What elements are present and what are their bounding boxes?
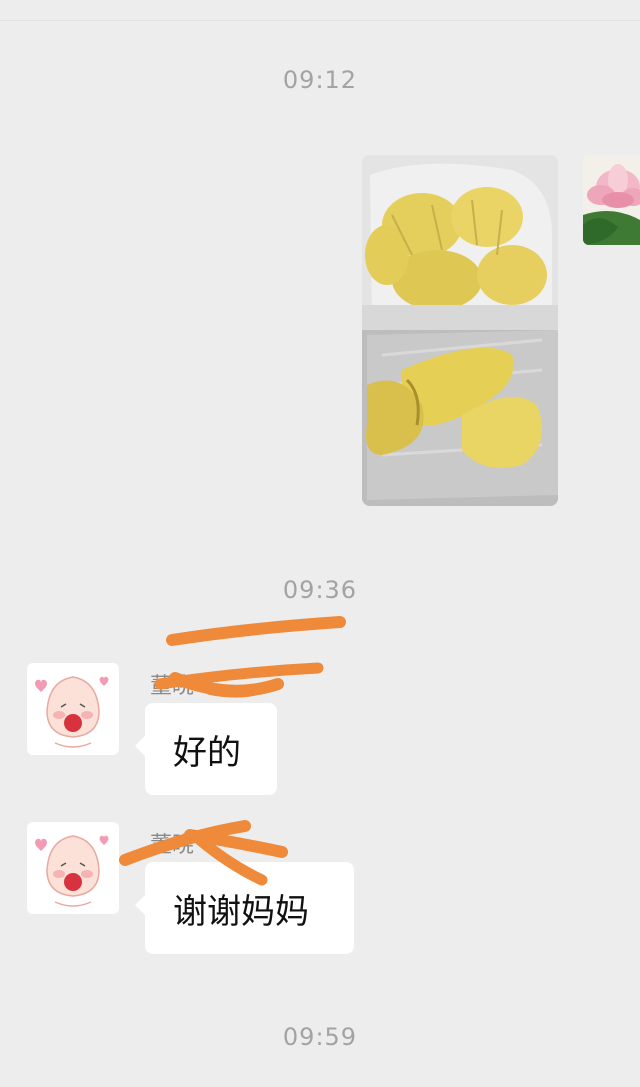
sender-avatar[interactable] — [27, 822, 119, 914]
lotus-avatar-icon — [583, 155, 640, 245]
timestamp-2: 09:36 — [282, 576, 358, 604]
durian-photo — [362, 155, 558, 506]
peach-character-icon — [35, 676, 109, 748]
peach-character-icon — [35, 835, 109, 907]
sent-photo-message[interactable] — [362, 155, 558, 506]
timestamp-1: 09:12 — [282, 66, 358, 94]
sender-avatar[interactable] — [27, 663, 119, 755]
message-bubble[interactable]: 谢谢妈妈 — [135, 862, 354, 954]
timestamp-3: 09:59 — [282, 1023, 358, 1051]
sender-name: 董晓 — [150, 674, 195, 699]
message-text: 好的 — [173, 732, 241, 773]
chat-window: 09:12 09:36 董晓 好的 董晓 谢谢妈妈 09:59 — [0, 0, 640, 1087]
message-bubble[interactable]: 好的 — [135, 703, 277, 795]
sender-name: 董晓 — [150, 833, 195, 858]
header-divider — [0, 20, 640, 21]
my-avatar[interactable] — [583, 155, 640, 245]
message-text: 谢谢妈妈 — [173, 891, 309, 932]
